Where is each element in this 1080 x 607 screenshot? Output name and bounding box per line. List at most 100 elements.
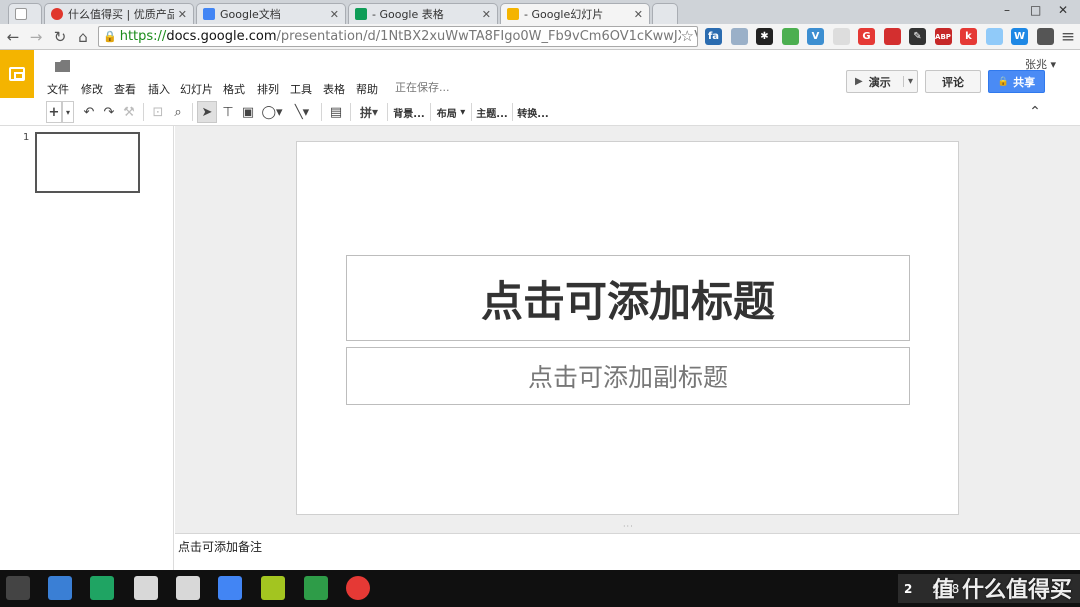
- tab-google-docs[interactable]: Google文档 ✕: [196, 3, 346, 24]
- pocket-ext-icon[interactable]: [1036, 28, 1054, 45]
- tab-smzdm[interactable]: 什么值得买 | 优质产品 ✕: [44, 3, 194, 24]
- evernote-ext-icon[interactable]: [781, 28, 799, 45]
- close-icon[interactable]: ✕: [178, 8, 187, 21]
- toolbar-divider: [143, 103, 144, 121]
- back-icon[interactable]: ←: [4, 28, 22, 46]
- menu-3[interactable]: 查看: [114, 81, 136, 97]
- menu-2[interactable]: 修改: [81, 81, 103, 97]
- minimize-button[interactable]: –: [1004, 3, 1010, 17]
- speaker-notes[interactable]: 点击可添加备注: [175, 534, 1080, 570]
- close-icon[interactable]: ✕: [482, 8, 491, 21]
- files-icon[interactable]: [48, 576, 72, 600]
- lastpass-ext-icon[interactable]: [883, 28, 901, 45]
- tab-blank[interactable]: [8, 3, 42, 24]
- present-button[interactable]: ▶ 演示 ▾: [846, 70, 918, 93]
- title-placeholder[interactable]: 点击可添加标题: [346, 255, 910, 341]
- line-icon[interactable]: ╲▾: [289, 101, 315, 123]
- m-app-icon[interactable]: [261, 576, 285, 600]
- undo-icon[interactable]: ↶: [81, 101, 97, 123]
- google-drive-icon[interactable]: [90, 576, 114, 600]
- zoom-icon[interactable]: ⌕: [170, 101, 186, 123]
- comment-icon[interactable]: ▤: [327, 101, 345, 123]
- new-tab-button[interactable]: [652, 3, 678, 24]
- g-ext-icon[interactable]: G: [858, 28, 875, 45]
- abp-ext-icon[interactable]: ABP: [934, 28, 952, 45]
- notes-placeholder: 点击可添加备注: [178, 540, 263, 554]
- tab-google-slides[interactable]: - Google幻灯片 ✕: [500, 3, 650, 24]
- toolbar-divider: [387, 103, 388, 121]
- new-slide-dropdown-icon[interactable]: ▾: [62, 101, 74, 123]
- tab-title: - Google幻灯片: [524, 8, 604, 21]
- edit-ext-icon[interactable]: ✎: [909, 28, 926, 45]
- background-button[interactable]: 背景...: [392, 101, 426, 123]
- shape-icon[interactable]: ◯▾: [259, 101, 285, 123]
- tasks-app-icon[interactable]: [304, 576, 328, 600]
- redo-icon[interactable]: ↷: [101, 101, 117, 123]
- menu-10[interactable]: 帮助: [356, 81, 378, 97]
- circle-ext-icon[interactable]: [985, 28, 1003, 45]
- theme-button[interactable]: 主题...: [476, 101, 508, 123]
- browser-tab-strip: 什么值得买 | 优质产品 ✕ Google文档 ✕ - Google 表格 ✕ …: [0, 0, 1080, 24]
- new-slide-button[interactable]: +: [46, 101, 62, 123]
- tab-title: Google文档: [220, 8, 281, 21]
- toolbar-divider: [192, 103, 193, 121]
- image-icon[interactable]: ▣: [239, 101, 257, 123]
- textbox-icon[interactable]: ⊤: [219, 101, 237, 123]
- maximize-button[interactable]: □: [1030, 3, 1041, 17]
- slide-canvas[interactable]: 点击可添加标题 点击可添加副标题: [296, 141, 959, 515]
- google-sheets-icon: [355, 8, 367, 20]
- menu-6[interactable]: 格式: [223, 81, 245, 97]
- lock-icon: 🔒: [997, 76, 1010, 87]
- tab-google-sheets[interactable]: - Google 表格 ✕: [348, 3, 498, 24]
- gmail-icon[interactable]: [176, 576, 200, 600]
- menu-9[interactable]: 表格: [323, 81, 345, 97]
- puzzle-ext-icon[interactable]: ✱: [756, 28, 773, 45]
- address-bar[interactable]: 🔒 https:// docs.google.com /presentation…: [98, 26, 698, 47]
- web-store-icon[interactable]: [134, 576, 158, 600]
- menu-5[interactable]: 幻灯片: [180, 81, 213, 97]
- google-docs-icon: [203, 8, 215, 20]
- reload-icon[interactable]: ↻: [51, 28, 69, 46]
- smzdm-icon: [51, 8, 63, 20]
- w-ext-icon[interactable]: W: [1011, 28, 1028, 45]
- docs-header: 文件 修改 查看 插入 幻灯片 格式 排列 工具 表格 帮助 正在保存... 张兆 ▾ ▶ 演示 …: [0, 50, 1080, 98]
- menu-8[interactable]: 工具: [290, 81, 312, 97]
- slides-logo-icon[interactable]: [0, 50, 34, 98]
- notes-resize-handle[interactable]: ···: [175, 522, 1080, 534]
- menu-4[interactable]: 插入: [148, 81, 170, 97]
- docs-app-icon[interactable]: [218, 576, 242, 600]
- chrome-menu-icon[interactable]: ≡: [1059, 28, 1077, 46]
- home-icon[interactable]: ⌂: [74, 28, 92, 46]
- folder-icon[interactable]: [55, 60, 70, 72]
- slide-thumbnail[interactable]: [35, 132, 140, 193]
- spellcheck-label: 拼: [359, 105, 372, 120]
- share-button[interactable]: 🔒 共享: [988, 70, 1045, 93]
- v-ext-icon[interactable]: V: [807, 28, 824, 45]
- zoom-fit-icon[interactable]: ⊡: [150, 101, 166, 123]
- close-window-button[interactable]: ✕: [1058, 3, 1068, 17]
- toolbar-divider: [350, 103, 351, 121]
- comments-button[interactable]: 评论: [925, 70, 981, 93]
- weather-ext-icon[interactable]: [730, 28, 748, 45]
- url-host: docs.google.com: [166, 29, 277, 44]
- forward-icon[interactable]: →: [27, 28, 45, 46]
- chevron-down-icon[interactable]: ▾: [902, 76, 913, 87]
- chrome-icon[interactable]: [346, 576, 370, 600]
- layout-button[interactable]: 布局 ▾: [435, 101, 467, 123]
- menu-7[interactable]: 排列: [257, 81, 279, 97]
- close-icon[interactable]: ✕: [634, 8, 643, 21]
- menu-1[interactable]: 文件: [47, 81, 69, 97]
- fa-ext-icon[interactable]: fa: [705, 28, 722, 45]
- close-icon[interactable]: ✕: [330, 8, 339, 21]
- k-ext-icon[interactable]: k: [960, 28, 977, 45]
- subtitle-placeholder[interactable]: 点击可添加副标题: [346, 347, 910, 405]
- select-cursor-icon[interactable]: ➤: [197, 101, 217, 123]
- share-label: 共享: [1013, 75, 1036, 89]
- g-photo-ext-icon[interactable]: [832, 28, 850, 45]
- collapse-toolbar-icon[interactable]: ⌃: [1026, 101, 1044, 123]
- paint-format-icon[interactable]: ⚒: [121, 101, 137, 123]
- app-launcher-icon[interactable]: [6, 576, 30, 600]
- transition-button[interactable]: 转换...: [517, 101, 549, 123]
- bookmark-star-icon[interactable]: ☆: [680, 27, 694, 45]
- spellcheck-button[interactable]: 拼 ▾: [356, 101, 382, 123]
